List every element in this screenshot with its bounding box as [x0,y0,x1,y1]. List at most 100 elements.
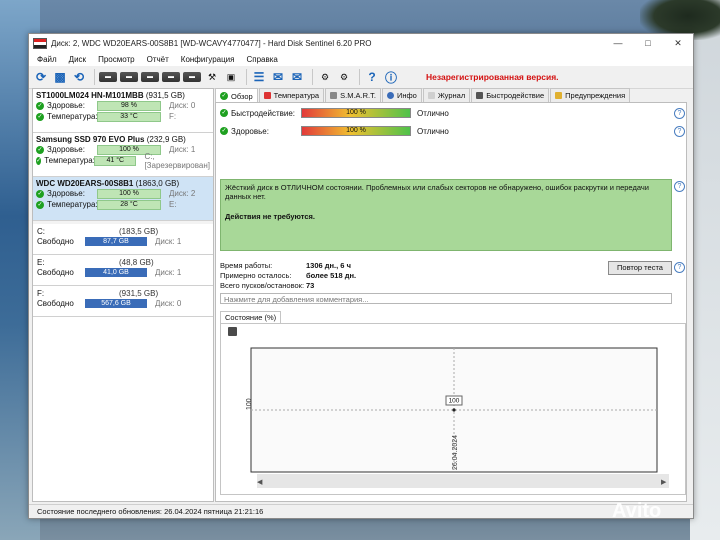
disk-size: (1863,0 GB) [135,179,180,188]
disk-health-row: ✓ Здоровье: 98 % Диск: 0 [36,100,210,111]
app-flag-icon [33,37,47,49]
volume-head: F: (931,5 GB) [37,289,209,298]
options-gear-icon[interactable]: ⚙ [336,69,352,85]
menu-file[interactable]: Файл [31,55,63,64]
tab-label: Журнал [437,91,466,100]
volume-head: E: (48,8 GB) [37,258,209,267]
close-icon[interactable]: ✕ [663,34,693,52]
minimize-icon[interactable]: — [603,34,633,52]
menu-view[interactable]: Просмотр [92,55,141,64]
disk-title: Samsung SSD 970 EVO Plus (232,9 GB) [36,135,210,144]
app-window: Диск: 2, WDC WD20EARS-00S8B1 [WD-WCAVY47… [28,33,694,519]
disk-volumes: C:, [Зарезервирован] [144,151,211,170]
settings-gear-icon[interactable]: ⚙ [317,69,333,85]
disk-health-row: ✓ Здоровье: 100 % Диск: 2 [36,188,210,199]
info-icon[interactable]: ⓘ [383,69,399,85]
check-icon: ✓ [36,189,44,198]
tab-label: Инфо [396,91,417,100]
free-label: Свободно [37,299,74,308]
title-bar: Диск: 2, WDC WD20EARS-00S8B1 [WD-WCAVY47… [29,34,693,52]
list-icon[interactable]: ☰ [251,69,267,85]
menu-report[interactable]: Отчёт [141,55,175,64]
menu-config[interactable]: Конфигурация [175,55,241,64]
email-icon[interactable]: ✉ [270,69,286,85]
menu-disk[interactable]: Диск [63,55,92,64]
temp-label: Температура: [47,112,98,121]
log-icon [427,92,435,99]
scroll-right-icon[interactable]: ▶ [661,479,667,486]
check-icon: ✓ [220,127,228,135]
tab-overview[interactable]: ✓ Обзор [215,88,258,103]
tab-log[interactable]: Журнал [422,88,471,102]
health-bar: 100 % [97,188,161,199]
tab-strip: ✓ Обзор Температура S.M.A.R.T. Инфо Журна… [215,88,631,103]
free-bar: 87,7 GB [85,237,147,246]
volume-entry[interactable]: F: (931,5 GB) Свободно 567,6 GB Диск: 0 [33,286,213,317]
disk-title: WDC WD20EARS-00S8B1 (1863,0 GB) [36,179,210,188]
performance-bar: 100 % [301,108,411,118]
save-icon[interactable] [228,327,237,336]
disk-entry[interactable]: ST1000LM024 HN-M101MBB (931,5 GB) ✓ Здоро… [33,89,213,133]
unregistered-notice[interactable]: Незарегистрированная версия. [426,72,559,82]
help-icon[interactable]: ? [674,126,685,137]
disk-size: (931,5 GB) [145,91,185,100]
performance-status: Отлично [417,108,449,118]
maximize-icon[interactable]: □ [633,34,663,52]
thermometer-icon [263,92,271,99]
send-report-icon[interactable]: ✉ [289,69,305,85]
retest-button[interactable]: Повтор теста [608,261,672,275]
toolbar-separator [246,69,247,85]
tab-label: S.M.A.R.T. [340,91,376,100]
disk-number: Диск: 2 [169,189,196,198]
remaining-row: Примерно осталось: более 518 дн. [220,271,356,281]
disk-entry[interactable]: Samsung SSD 970 EVO Plus (232,9 GB) ✓ Здо… [33,133,213,177]
volume-letter: E: [37,258,45,267]
menu-help[interactable]: Справка [240,55,283,64]
disk-name: WDC WD20EARS-00S8B1 [36,179,134,188]
window-title: Диск: 2, WDC WD20EARS-00S8B1 [WD-WCAVY47… [51,38,372,48]
tools-icon[interactable]: ⚒ [204,69,220,85]
health-bar: 98 % [97,100,161,111]
drive-test-icon[interactable]: ▬ [99,72,117,82]
drive-surface-icon[interactable]: ▬ [120,72,138,82]
tab-smart[interactable]: S.M.A.R.T. [325,88,381,102]
help-icon[interactable]: ? [674,181,685,192]
report-icon[interactable]: ▩ [52,69,68,85]
tab-alerts[interactable]: Предупреждения [550,88,631,102]
reset-icon[interactable]: ⟲ [71,69,87,85]
chart-y-tick-label: 100 [246,398,253,410]
drive-read-icon[interactable]: ▬ [183,72,201,82]
remaining-label: Примерно осталось: [220,271,292,280]
drive-short-test-icon[interactable]: ▬ [141,72,159,82]
disk-entry-selected[interactable]: WDC WD20EARS-00S8B1 (1863,0 GB) ✓ Здоровь… [33,177,213,221]
disk-volumes: E: [169,200,177,209]
toolbar: ⟳ ▩ ⟲ ▬ ▬ ▬ ▬ ▬ ⚒ ▣ ☰ ✉ ✉ ⚙ ⚙ ? ⓘ Незаре… [29,66,693,89]
refresh-icon[interactable]: ⟳ [33,69,49,85]
free-bar: 567,6 GB [85,299,147,308]
drive-extended-test-icon[interactable]: ▬ [162,72,180,82]
temp-bar: 28 °C [97,199,161,210]
free-label: Свободно [37,268,74,277]
health-chart-panel: ◀ ▶ 100 26.04.2024 100 [220,323,686,495]
scroll-left-icon[interactable]: ◀ [257,479,263,486]
volume-free-row: Свободно 567,6 GB Диск: 0 [37,298,209,309]
tab-info[interactable]: Инфо [381,88,422,102]
help-icon[interactable]: ? [674,108,685,119]
disk-temp-row: ✓ Температура: 41 °C C:, [Зарезервирован] [36,152,210,170]
volume-entry[interactable]: E: (48,8 GB) Свободно 41,0 GB Диск: 1 [33,255,213,286]
help-icon[interactable]: ? [674,262,685,273]
hdd-icon[interactable]: ▣ [223,69,239,85]
volume-entry[interactable]: C: (183,5 GB) Свободно 87,7 GB Диск: 1 [33,224,213,255]
tab-performance[interactable]: Быстродействие [471,88,550,102]
volume-head: C: (183,5 GB) [37,227,209,236]
check-icon: ✓ [36,156,42,165]
check-icon: ✓ [36,101,44,110]
performance-icon [476,92,484,99]
comment-field[interactable]: Нажмите для добавления комментария... [220,293,672,304]
tab-temperature[interactable]: Температура [258,88,325,102]
status-message-box: Жёсткий диск в ОТЛИЧНОМ состоянии. Пробл… [220,179,672,251]
chart-scrollbar[interactable] [257,474,669,488]
menu-bar: Файл Диск Просмотр Отчёт Конфигурация Сп… [29,52,693,66]
help-icon[interactable]: ? [364,69,380,85]
tab-health-chart[interactable]: Состояние (%) [220,311,282,323]
